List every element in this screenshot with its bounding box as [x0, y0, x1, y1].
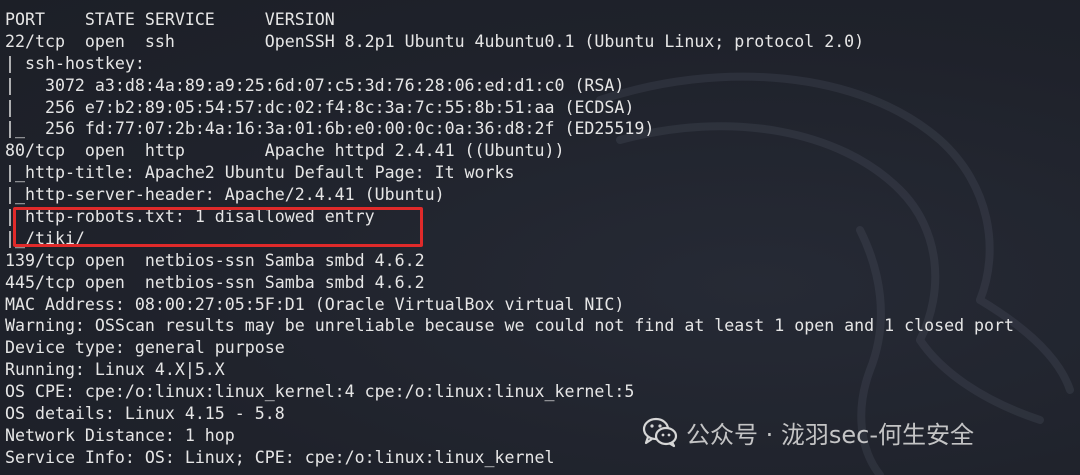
- terminal-line: 139/tcp open netbios-ssn Samba smbd 4.6.…: [5, 250, 425, 270]
- terminal-line: PORT STATE SERVICE VERSION: [5, 10, 335, 29]
- terminal-line: |_http-server-header: Apache/2.4.41 (Ubu…: [5, 185, 445, 205]
- terminal-line: OS CPE: cpe:/o:linux:linux_kernel:4 cpe:…: [5, 382, 635, 402]
- terminal-line: 80/tcp open http Apache httpd 2.4.41 ((U…: [5, 141, 565, 161]
- terminal-line: |_ 256 fd:77:07:2b:4a:16:3a:01:6b:e0:00:…: [5, 119, 655, 139]
- terminal-line: | 3072 a3:d8:4a:89:a9:25:6d:07:c5:3d:76:…: [5, 75, 625, 95]
- terminal-line: |_http-title: Apache2 Ubuntu Default Pag…: [5, 163, 515, 183]
- wechat-icon: [642, 417, 678, 448]
- terminal-window[interactable]: PORT STATE SERVICE VERSION 22/tcp open ss…: [0, 0, 1080, 475]
- terminal-line: | ssh-hostkey:: [5, 53, 145, 73]
- terminal-line: | 256 e7:b2:89:05:54:57:dc:02:f4:8c:3a:7…: [5, 97, 635, 117]
- terminal-line: Device type: general purpose: [5, 338, 285, 358]
- robots-highlight-box: [13, 207, 423, 247]
- watermark: 公众号 · 泷羽sec-何生安全: [642, 414, 974, 450]
- terminal-line: Running: Linux 4.X|5.X: [5, 360, 225, 380]
- terminal-line: 445/tcp open netbios-ssn Samba smbd 4.6.…: [5, 272, 425, 292]
- watermark-text: 公众号 · 泷羽sec-何生安全: [686, 420, 975, 449]
- terminal-line: MAC Address: 08:00:27:05:5F:D1 (Oracle V…: [5, 294, 625, 314]
- terminal-line: Warning: OSScan results may be unreliabl…: [5, 316, 1015, 336]
- terminal-line: Service Info: OS: Linux; CPE: cpe:/o:lin…: [5, 447, 555, 467]
- terminal-line: 22/tcp open ssh OpenSSH 8.2p1 Ubuntu 4ub…: [5, 31, 865, 51]
